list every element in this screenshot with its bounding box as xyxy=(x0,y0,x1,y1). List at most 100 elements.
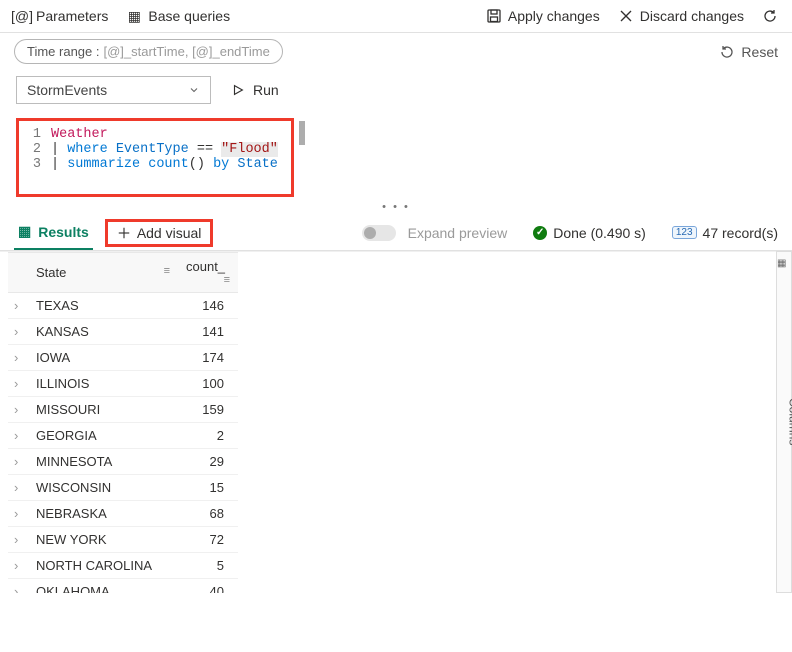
expand-preview-label: Expand preview xyxy=(408,225,508,241)
cell-state: NORTH CAROLINA xyxy=(28,553,178,579)
discard-changes-button[interactable]: Discard changes xyxy=(618,8,744,24)
line-number: 2 xyxy=(21,142,51,157)
expand-preview-toggle[interactable] xyxy=(362,225,396,241)
expand-row-icon[interactable]: › xyxy=(8,475,28,501)
column-menu-icon[interactable]: ≡ xyxy=(164,265,170,277)
code-line[interactable]: | where EventType == "Flood" xyxy=(51,142,278,157)
cell-state: MISSOURI xyxy=(28,397,178,423)
chevron-down-icon xyxy=(188,84,200,96)
expand-row-icon[interactable]: › xyxy=(8,553,28,579)
status-indicator: ✓ Done (0.490 s) xyxy=(533,225,646,241)
cell-state: NEBRASKA xyxy=(28,501,178,527)
tab-results[interactable]: ▦ Results xyxy=(14,215,93,250)
cell-state: TEXAS xyxy=(28,293,178,319)
status-text: Done (0.490 s) xyxy=(553,225,646,241)
toolbar: [@] Parameters ▦ Base queries Apply chan… xyxy=(0,0,792,33)
add-visual-button[interactable]: Add visual xyxy=(105,219,214,247)
results-grid[interactable]: State≡ count_≡ ›TEXAS146›KANSAS141›IOWA1… xyxy=(0,251,776,593)
add-visual-label: Add visual xyxy=(137,225,202,241)
expand-row-icon[interactable]: › xyxy=(8,579,28,594)
refresh-icon xyxy=(762,8,778,24)
table-row[interactable]: ›MISSOURI159 xyxy=(8,397,238,423)
splitter-handle[interactable]: • • • xyxy=(0,201,792,213)
code-line[interactable]: Weather xyxy=(51,127,108,142)
columns-panel-label: Columns xyxy=(786,398,792,445)
record-count: 123 47 record(s) xyxy=(672,225,778,241)
time-range-params: [@]_startTime, [@]_endTime xyxy=(104,44,270,59)
cell-state: IOWA xyxy=(28,345,178,371)
expand-row-icon[interactable]: › xyxy=(8,319,28,345)
cell-state: KANSAS xyxy=(28,319,178,345)
table-select[interactable]: StormEvents xyxy=(16,76,211,104)
reset-label: Reset xyxy=(741,44,778,60)
column-header-count[interactable]: count_≡ xyxy=(178,253,238,293)
time-range-label: Time range : xyxy=(27,44,100,59)
columns-panel-toggle[interactable]: Columns xyxy=(776,251,792,593)
base-queries-label: Base queries xyxy=(148,8,230,24)
parameters-label: Parameters xyxy=(36,8,108,24)
at-icon: [@] xyxy=(14,8,30,24)
close-icon xyxy=(618,8,634,24)
column-menu-icon[interactable]: ≡ xyxy=(224,274,230,286)
base-queries-button[interactable]: ▦ Base queries xyxy=(126,8,230,24)
grid-icon: ▦ xyxy=(126,8,142,24)
time-range-pill[interactable]: Time range : [@]_startTime, [@]_endTime xyxy=(14,39,283,64)
refresh-button[interactable] xyxy=(762,8,778,24)
table-row[interactable]: ›ILLINOIS100 xyxy=(8,371,238,397)
expand-row-icon[interactable]: › xyxy=(8,527,28,553)
tab-results-label: Results xyxy=(38,224,89,240)
check-icon: ✓ xyxy=(533,226,547,240)
table-row[interactable]: ›KANSAS141 xyxy=(8,319,238,345)
reset-button[interactable]: Reset xyxy=(719,44,778,60)
cell-state: NEW YORK xyxy=(28,527,178,553)
table-row[interactable]: ›NEW YORK72 xyxy=(8,527,238,553)
line-number: 3 xyxy=(21,157,51,172)
cell-state: OKLAHOMA xyxy=(28,579,178,594)
table-row[interactable]: ›WISCONSIN15 xyxy=(8,475,238,501)
results-tabs: ▦ Results Add visual Expand preview ✓ Do… xyxy=(0,215,792,251)
table-row[interactable]: ›NEBRASKA68 xyxy=(8,501,238,527)
table-icon: ▦ xyxy=(18,223,31,240)
table-row[interactable]: ›NORTH CAROLINA5 xyxy=(8,553,238,579)
table-row[interactable]: ›OKLAHOMA40 xyxy=(8,579,238,594)
cell-count: 2 xyxy=(178,423,238,449)
results-table: State≡ count_≡ ›TEXAS146›KANSAS141›IOWA1… xyxy=(8,252,238,593)
cell-count: 40 xyxy=(178,579,238,594)
run-button[interactable]: Run xyxy=(221,76,289,104)
expand-row-icon[interactable]: › xyxy=(8,293,28,319)
plus-icon xyxy=(117,226,131,240)
time-range-bar: Time range : [@]_startTime, [@]_endTime … xyxy=(0,33,792,74)
apply-changes-label: Apply changes xyxy=(508,8,600,24)
parameters-button[interactable]: [@] Parameters xyxy=(14,8,108,24)
results-grid-wrap: State≡ count_≡ ›TEXAS146›KANSAS141›IOWA1… xyxy=(0,251,792,593)
table-row[interactable]: ›GEORGIA2 xyxy=(8,423,238,449)
table-row[interactable]: ›IOWA174 xyxy=(8,345,238,371)
run-label: Run xyxy=(253,82,279,98)
expand-row-icon[interactable]: › xyxy=(8,397,28,423)
expand-row-icon[interactable]: › xyxy=(8,501,28,527)
table-row[interactable]: ›TEXAS146 xyxy=(8,293,238,319)
expand-row-icon[interactable]: › xyxy=(8,449,28,475)
expand-row-icon[interactable]: › xyxy=(8,345,28,371)
code-line[interactable]: | summarize count() by State xyxy=(51,157,278,172)
query-editor[interactable]: 1Weather2| where EventType == "Flood"3| … xyxy=(16,118,294,197)
cell-count: 174 xyxy=(178,345,238,371)
expand-row-icon[interactable]: › xyxy=(8,371,28,397)
cell-count: 15 xyxy=(178,475,238,501)
cell-count: 100 xyxy=(178,371,238,397)
column-header-state[interactable]: State≡ xyxy=(28,253,178,293)
save-icon xyxy=(486,8,502,24)
apply-changes-button[interactable]: Apply changes xyxy=(486,8,600,24)
cell-count: 72 xyxy=(178,527,238,553)
cell-count: 146 xyxy=(178,293,238,319)
number-icon: 123 xyxy=(672,226,697,239)
cell-state: GEORGIA xyxy=(28,423,178,449)
table-select-value: StormEvents xyxy=(27,82,107,98)
expand-row-icon[interactable]: › xyxy=(8,423,28,449)
cell-count: 29 xyxy=(178,449,238,475)
cell-count: 68 xyxy=(178,501,238,527)
cell-count: 141 xyxy=(178,319,238,345)
cell-state: WISCONSIN xyxy=(28,475,178,501)
query-row: StormEvents Run xyxy=(0,74,792,118)
table-row[interactable]: ›MINNESOTA29 xyxy=(8,449,238,475)
